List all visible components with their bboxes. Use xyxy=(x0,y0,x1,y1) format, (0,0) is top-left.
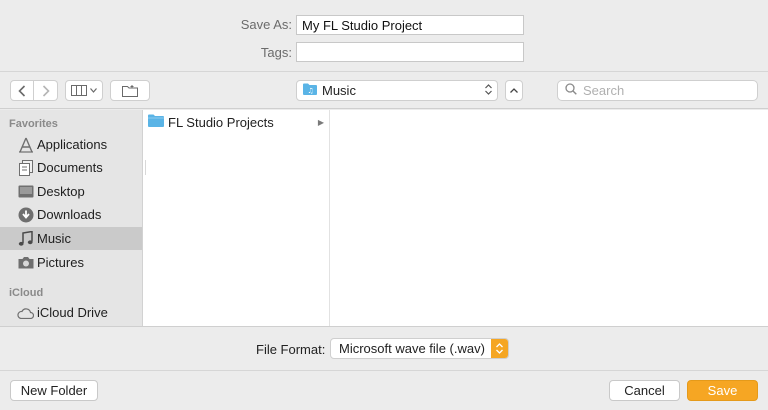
new-folder-button[interactable]: New Folder xyxy=(10,380,98,401)
file-format-value: Microsoft wave file (.wav) xyxy=(339,341,485,356)
documents-icon xyxy=(17,159,34,176)
disclosure-arrow-icon: ▶ xyxy=(317,117,324,127)
sidebar-item-downloads[interactable]: Downloads xyxy=(0,203,142,226)
list-item-label: FL Studio Projects xyxy=(168,114,274,130)
search-field[interactable] xyxy=(557,80,758,101)
sidebar-item-label: Downloads xyxy=(37,207,102,222)
collapse-button[interactable] xyxy=(505,80,523,101)
search-icon xyxy=(565,83,577,98)
sidebar-item-label: Desktop xyxy=(37,184,85,199)
cloud-icon xyxy=(17,304,34,321)
save-button[interactable]: Save xyxy=(687,380,758,401)
sidebar-item-applications[interactable]: Applications xyxy=(0,133,142,156)
favorites-heading: Favorites xyxy=(9,118,58,130)
browser-column-2 xyxy=(330,110,768,326)
sidebar-item-label: Music xyxy=(37,231,71,246)
downloads-icon xyxy=(17,206,34,223)
folder-icon xyxy=(148,114,164,130)
chevron-up-icon xyxy=(510,88,518,93)
forward-button[interactable] xyxy=(34,80,58,101)
location-name: Music xyxy=(322,83,356,98)
applications-icon xyxy=(17,136,34,153)
tags-input[interactable] xyxy=(296,42,524,62)
chevron-right-icon xyxy=(42,84,50,97)
view-mode-button[interactable] xyxy=(65,80,103,101)
file-format-label: File Format: xyxy=(256,342,326,357)
cancel-button[interactable]: Cancel xyxy=(609,380,680,401)
save-as-label: Save As: xyxy=(240,17,292,32)
sidebar-item-label: Documents xyxy=(37,160,103,175)
button-bar: New Folder Cancel Save xyxy=(0,371,768,410)
save-as-input[interactable] xyxy=(296,15,524,35)
save-header: Save As: Tags: xyxy=(0,0,768,72)
up-down-chevron-icon xyxy=(485,83,492,98)
sidebar-item-documents[interactable]: Documents xyxy=(0,156,142,179)
sidebar-item-pictures[interactable]: Pictures xyxy=(0,251,142,274)
sidebar-item-desktop[interactable]: Desktop xyxy=(0,180,142,203)
back-button[interactable] xyxy=(10,80,34,101)
search-input[interactable] xyxy=(583,83,753,98)
columns-view-icon xyxy=(71,85,87,96)
new-folder-toolbar-button[interactable] xyxy=(110,80,150,101)
file-format-bar: File Format: Microsoft wave file (.wav) xyxy=(0,326,768,371)
camera-icon xyxy=(17,254,34,271)
sidebar-item-music[interactable]: Music xyxy=(0,227,142,250)
toolbar: ♫ Music xyxy=(0,72,768,109)
music-note-icon xyxy=(17,230,34,247)
sidebar-item-label: Pictures xyxy=(37,255,84,270)
music-folder-icon: ♫ xyxy=(303,83,317,98)
tags-label: Tags: xyxy=(260,45,292,60)
location-popup[interactable]: ♫ Music xyxy=(296,80,498,101)
column-resize-handle[interactable] xyxy=(145,160,146,175)
browser-column-1: FL Studio Projects ▶ xyxy=(143,110,330,326)
sidebar-item-icloud-drive[interactable]: iCloud Drive xyxy=(0,301,142,324)
folder-icon xyxy=(122,84,138,97)
up-down-chevron-icon xyxy=(491,339,508,358)
sidebar-item-label: Applications xyxy=(37,137,108,152)
sidebar: Favorites Applications Documents Desktop… xyxy=(0,110,143,326)
desktop-icon xyxy=(17,183,34,200)
sidebar-item-label: iCloud Drive xyxy=(37,305,108,320)
chevron-left-icon xyxy=(18,84,26,97)
icloud-heading: iCloud xyxy=(9,287,44,299)
chevron-down-icon xyxy=(90,88,97,93)
file-format-popup[interactable]: Microsoft wave file (.wav) xyxy=(330,338,509,359)
svg-text:♫: ♫ xyxy=(308,87,314,95)
list-item-fl-studio-projects[interactable]: FL Studio Projects ▶ xyxy=(143,112,329,132)
